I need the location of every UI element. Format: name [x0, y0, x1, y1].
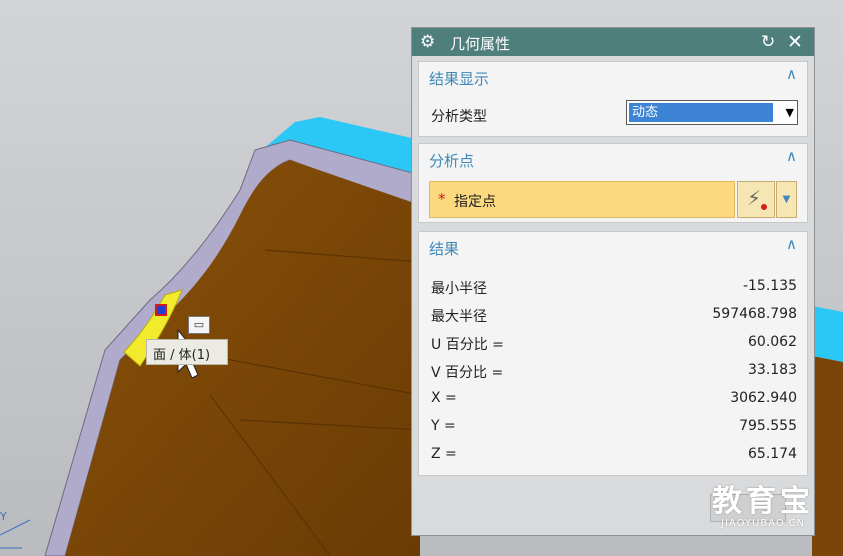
result-row-v-percent: V 百分比 = 33.183 [431, 362, 797, 382]
result-value: 33.183 [748, 362, 797, 378]
picked-point-marker [155, 304, 167, 316]
specify-point-label: 指定点 [454, 194, 496, 210]
reset-icon[interactable]: ↻ [761, 31, 775, 53]
axis-y-label: Y [0, 510, 7, 523]
result-value: 795.555 [739, 418, 797, 434]
section-heading-results[interactable]: 结果 [429, 238, 459, 259]
watermark-logo: 教育宝 JIAOYUBAO.CN [712, 484, 814, 530]
analysis-type-select[interactable]: 动态 ▼ [626, 100, 798, 125]
chevron-up-icon[interactable]: ∧ [786, 147, 797, 165]
result-label: Z = [431, 446, 457, 462]
analysis-type-value: 动态 [629, 103, 773, 122]
specify-point-row[interactable]: * 指定点 [429, 181, 735, 218]
watermark-sub: JIAOYUBAO.CN [721, 518, 805, 529]
part-right-edge [812, 306, 843, 362]
dialog-title: 几何属性 [450, 35, 511, 53]
selection-filter-icon: ▭ [188, 316, 210, 334]
dropdown-arrow-icon[interactable]: ▼ [786, 103, 794, 122]
result-value: 3062.940 [730, 390, 797, 406]
analysis-point-section: 分析点 ∧ * 指定点 ⚡ ▼ [418, 143, 808, 223]
result-row-y: Y = 795.555 [431, 418, 797, 438]
result-label: V 百分比 = [431, 365, 504, 381]
dialog-titlebar[interactable]: ⚙ 几何属性 ↻ ✕ [412, 28, 814, 56]
result-label: 最小半径 [431, 281, 487, 297]
section-heading-analysis-point[interactable]: 分析点 [429, 150, 474, 171]
result-label: U 百分比 = [431, 337, 504, 353]
point-dialog-button[interactable]: ⚡ [737, 181, 775, 218]
result-row-min-radius: 最小半径 -15.135 [431, 278, 797, 298]
required-asterisk: * [438, 190, 446, 208]
result-value: 597468.798 [712, 306, 797, 322]
results-section: 结果 ∧ 最小半径 -15.135 最大半径 597468.798 U 百分比 … [418, 231, 808, 476]
analysis-type-label: 分析类型 [431, 109, 487, 125]
result-display-section: 结果显示 ∧ 分析类型 动态 ▼ [418, 61, 808, 137]
point-type-dropdown[interactable]: ▼ [776, 181, 797, 218]
result-value: -15.135 [742, 278, 797, 294]
watermark-main: 教育宝 [712, 484, 814, 519]
result-value: 65.174 [748, 446, 797, 462]
section-heading-result-display[interactable]: 结果显示 [429, 68, 489, 89]
result-row-u-percent: U 百分比 = 60.062 [431, 334, 797, 354]
result-row-max-radius: 最大半径 597468.798 [431, 306, 797, 326]
gear-icon[interactable]: ⚙ [420, 31, 435, 53]
result-value: 60.062 [748, 334, 797, 350]
chevron-up-icon[interactable]: ∧ [786, 235, 797, 253]
result-row-z: Z = 65.174 [431, 446, 797, 466]
result-label: 最大半径 [431, 309, 487, 325]
part-face-right [812, 356, 843, 556]
close-icon[interactable]: ✕ [787, 31, 803, 53]
result-label: X = [431, 390, 457, 406]
chevron-up-icon[interactable]: ∧ [786, 65, 797, 83]
result-row-x: X = 3062.940 [431, 390, 797, 410]
selection-tooltip: 面 / 体(1) [146, 339, 228, 365]
result-label: Y = [431, 418, 456, 434]
geometry-properties-dialog: ⚙ 几何属性 ↻ ✕ 结果显示 ∧ 分析类型 动态 ▼ 分析点 ∧ * 指定点 … [411, 27, 815, 536]
lightning-point-icon: ⚡ [747, 186, 762, 210]
red-dot-icon [761, 204, 767, 210]
